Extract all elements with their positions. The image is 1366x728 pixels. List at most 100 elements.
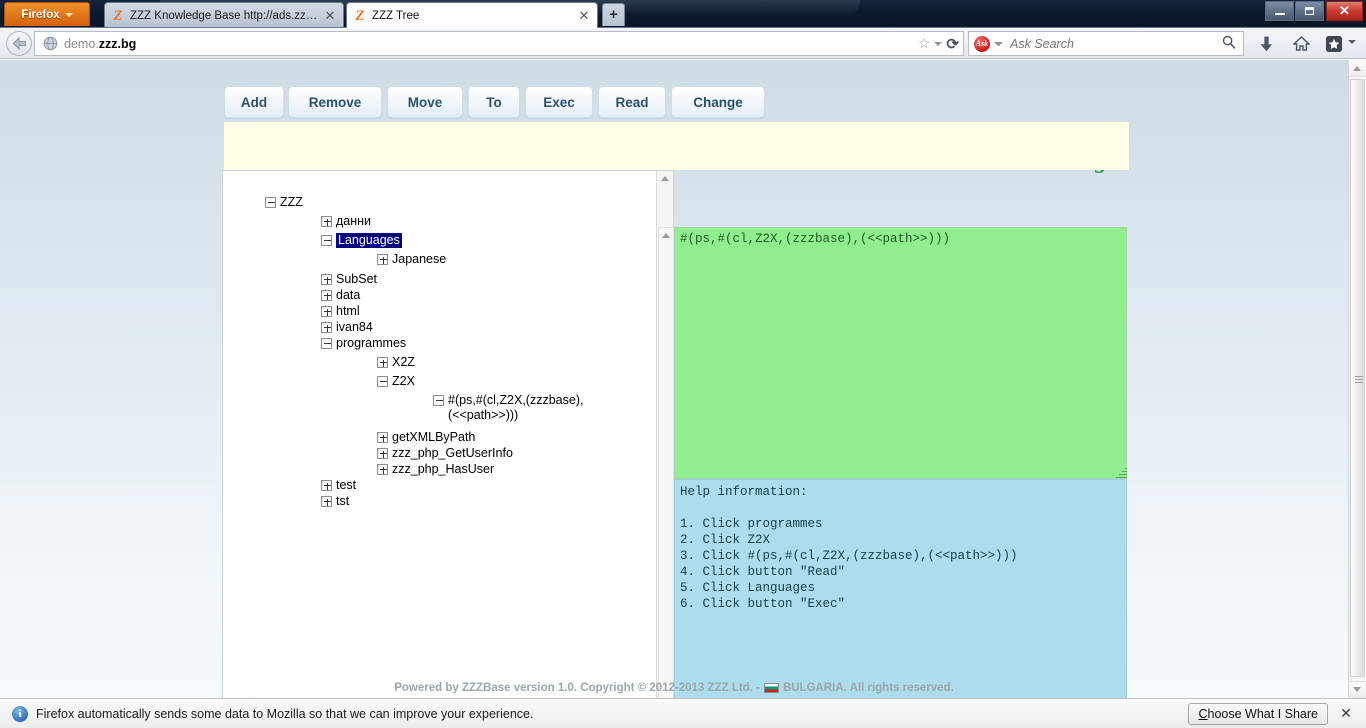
addon-button[interactable]	[1322, 32, 1346, 55]
downloads-button[interactable]	[1254, 32, 1278, 55]
code-textarea[interactable]: #(ps,#(cl,Z2X,(zzzbase),(<<path>>)))	[674, 227, 1127, 479]
tree-node[interactable]: ivan84	[321, 320, 373, 335]
search-bar[interactable]: Ask	[968, 31, 1244, 56]
help-textarea[interactable]: Help information: 1. Click programmes 2.…	[674, 479, 1127, 698]
expand-plus-icon[interactable]	[321, 306, 332, 317]
ask-engine-icon[interactable]: Ask	[974, 36, 990, 52]
toolbar-button-to[interactable]: To	[468, 86, 520, 118]
expand-plus-icon[interactable]	[377, 464, 388, 475]
tree-node-label[interactable]: data	[336, 288, 360, 303]
tree-node[interactable]: tst	[321, 494, 349, 509]
toolbar-button-change[interactable]: Change	[671, 86, 765, 118]
collapse-minus-icon[interactable]	[433, 395, 444, 406]
expand-plus-icon[interactable]	[377, 432, 388, 443]
message-banner	[224, 122, 1129, 170]
page-vertical-scrollbar[interactable]	[1348, 60, 1366, 698]
expand-plus-icon[interactable]	[321, 480, 332, 491]
tree-node[interactable]: #(ps,#(cl,Z2X,(zzzbase),(<<path>>)))	[433, 393, 600, 423]
expand-plus-icon[interactable]	[321, 496, 332, 507]
toolbar-button-exec[interactable]: Exec	[525, 86, 593, 118]
window-maximize-button[interactable]	[1295, 1, 1324, 21]
detail-vertical-scrollbar[interactable]	[658, 227, 674, 698]
choose-what-i-share-button[interactable]: Choose What I Share	[1188, 703, 1328, 725]
tree-node-label[interactable]: ivan84	[336, 320, 373, 335]
tree-node[interactable]: Languages	[321, 233, 402, 248]
page-footer: Powered by ZZZBase version 1.0. Copyrigh…	[0, 678, 1348, 698]
tree-node-label[interactable]: ZZZ	[280, 195, 303, 210]
tab-close-icon[interactable]: ✕	[577, 9, 591, 22]
expand-plus-icon[interactable]	[321, 322, 332, 333]
collapse-minus-icon[interactable]	[377, 376, 388, 387]
tree-node-label[interactable]: Languages	[336, 233, 402, 248]
toolbar-button-remove[interactable]: Remove	[288, 86, 382, 118]
expand-plus-icon[interactable]	[377, 357, 388, 368]
tree-node[interactable]: test	[321, 478, 356, 493]
tree-node-label[interactable]: данни	[336, 214, 371, 229]
tree-node-label[interactable]: zzz_php_GetUserInfo	[392, 446, 513, 461]
home-button[interactable]	[1289, 32, 1313, 55]
tab-close-icon[interactable]: ✕	[323, 9, 337, 22]
window-close-button[interactable]: ✕	[1326, 1, 1363, 21]
search-input[interactable]	[1008, 36, 1222, 52]
expand-plus-icon[interactable]	[321, 216, 332, 227]
tree-node-label[interactable]: #(ps,#(cl,Z2X,(zzzbase),(<<path>>)))	[448, 393, 600, 423]
collapse-minus-icon[interactable]	[321, 338, 332, 349]
tree-node-label[interactable]: zzz_php_HasUser	[392, 462, 494, 477]
tree-node[interactable]: data	[321, 288, 360, 303]
tree-node-label[interactable]: Japanese	[392, 252, 446, 267]
search-engine-dropdown-icon[interactable]	[994, 42, 1003, 46]
search-icon[interactable]	[1222, 35, 1238, 52]
tree-node[interactable]: zzz_php_GetUserInfo	[377, 446, 513, 461]
tree-node[interactable]: Japanese	[377, 252, 446, 267]
tab-zzz-tree[interactable]: Z ZZZ Tree ✕	[346, 2, 598, 28]
addon-dropdown-icon[interactable]	[1348, 40, 1356, 44]
toolbar-button-add[interactable]: Add	[224, 86, 284, 118]
page-scroll-thumb[interactable]	[1350, 79, 1365, 677]
tab-zzz-knowledge-base[interactable]: Z ZZZ Knowledge Base http://ads.zzz.b...…	[104, 2, 344, 28]
collapse-minus-icon[interactable]	[265, 197, 276, 208]
tree-node[interactable]: programmes	[321, 336, 406, 351]
scroll-up-arrow-icon[interactable]	[662, 233, 670, 238]
window-minimize-button[interactable]	[1265, 1, 1294, 21]
page-scroll-down-button[interactable]	[1349, 681, 1366, 698]
expand-plus-icon[interactable]	[321, 274, 332, 285]
back-arrow-icon	[12, 37, 27, 50]
toolbar-button-move[interactable]: Move	[387, 86, 463, 118]
scroll-up-arrow-icon	[1353, 66, 1361, 71]
history-dropdown-icon[interactable]	[934, 42, 942, 46]
new-tab-button[interactable]: +	[602, 3, 625, 26]
tree-node-label[interactable]: programmes	[336, 336, 406, 351]
tree-node[interactable]: ZZZ	[265, 195, 303, 210]
toolbar-button-read[interactable]: Read	[598, 86, 666, 118]
tree-node[interactable]: getXMLByPath	[377, 430, 475, 445]
bookmark-star-icon[interactable]: ☆	[918, 35, 931, 52]
title-bar: Firefox Z ZZZ Knowledge Base http://ads.…	[0, 0, 1366, 28]
reload-icon[interactable]: ⟳	[946, 35, 959, 53]
tree-node-label[interactable]: Z2X	[392, 374, 415, 389]
tree-node[interactable]: Z2X	[377, 374, 415, 389]
expand-plus-icon[interactable]	[377, 448, 388, 459]
page-scroll-up-button[interactable]	[1349, 60, 1366, 77]
url-domain: zzz.bg	[99, 37, 137, 51]
url-bar[interactable]: demo.zzz.bg ☆ ⟳	[34, 31, 964, 56]
collapse-minus-icon[interactable]	[321, 235, 332, 246]
minimize-icon	[1275, 13, 1285, 15]
expand-plus-icon[interactable]	[377, 254, 388, 265]
tree-node[interactable]: zzz_php_HasUser	[377, 462, 494, 477]
tree-node[interactable]: X2Z	[377, 355, 415, 370]
tree-node-label[interactable]: X2Z	[392, 355, 415, 370]
tree-node-label[interactable]: test	[336, 478, 356, 493]
tree-node[interactable]: данни	[321, 214, 371, 229]
tree-node-label[interactable]: html	[336, 304, 360, 319]
tree-node-label[interactable]: SubSet	[336, 272, 377, 287]
tree-node[interactable]: html	[321, 304, 360, 319]
notification-close-icon[interactable]: ✕	[1338, 705, 1354, 722]
scroll-up-arrow-icon[interactable]	[661, 176, 669, 181]
expand-plus-icon[interactable]	[321, 290, 332, 301]
tree-node[interactable]: SubSet	[321, 272, 377, 287]
back-button[interactable]	[6, 31, 32, 56]
tree-node-label[interactable]: tst	[336, 494, 349, 509]
code-resize-handle[interactable]	[1116, 467, 1127, 478]
tree-node-label[interactable]: getXMLByPath	[392, 430, 475, 445]
firefox-menu-button[interactable]: Firefox	[4, 2, 90, 26]
